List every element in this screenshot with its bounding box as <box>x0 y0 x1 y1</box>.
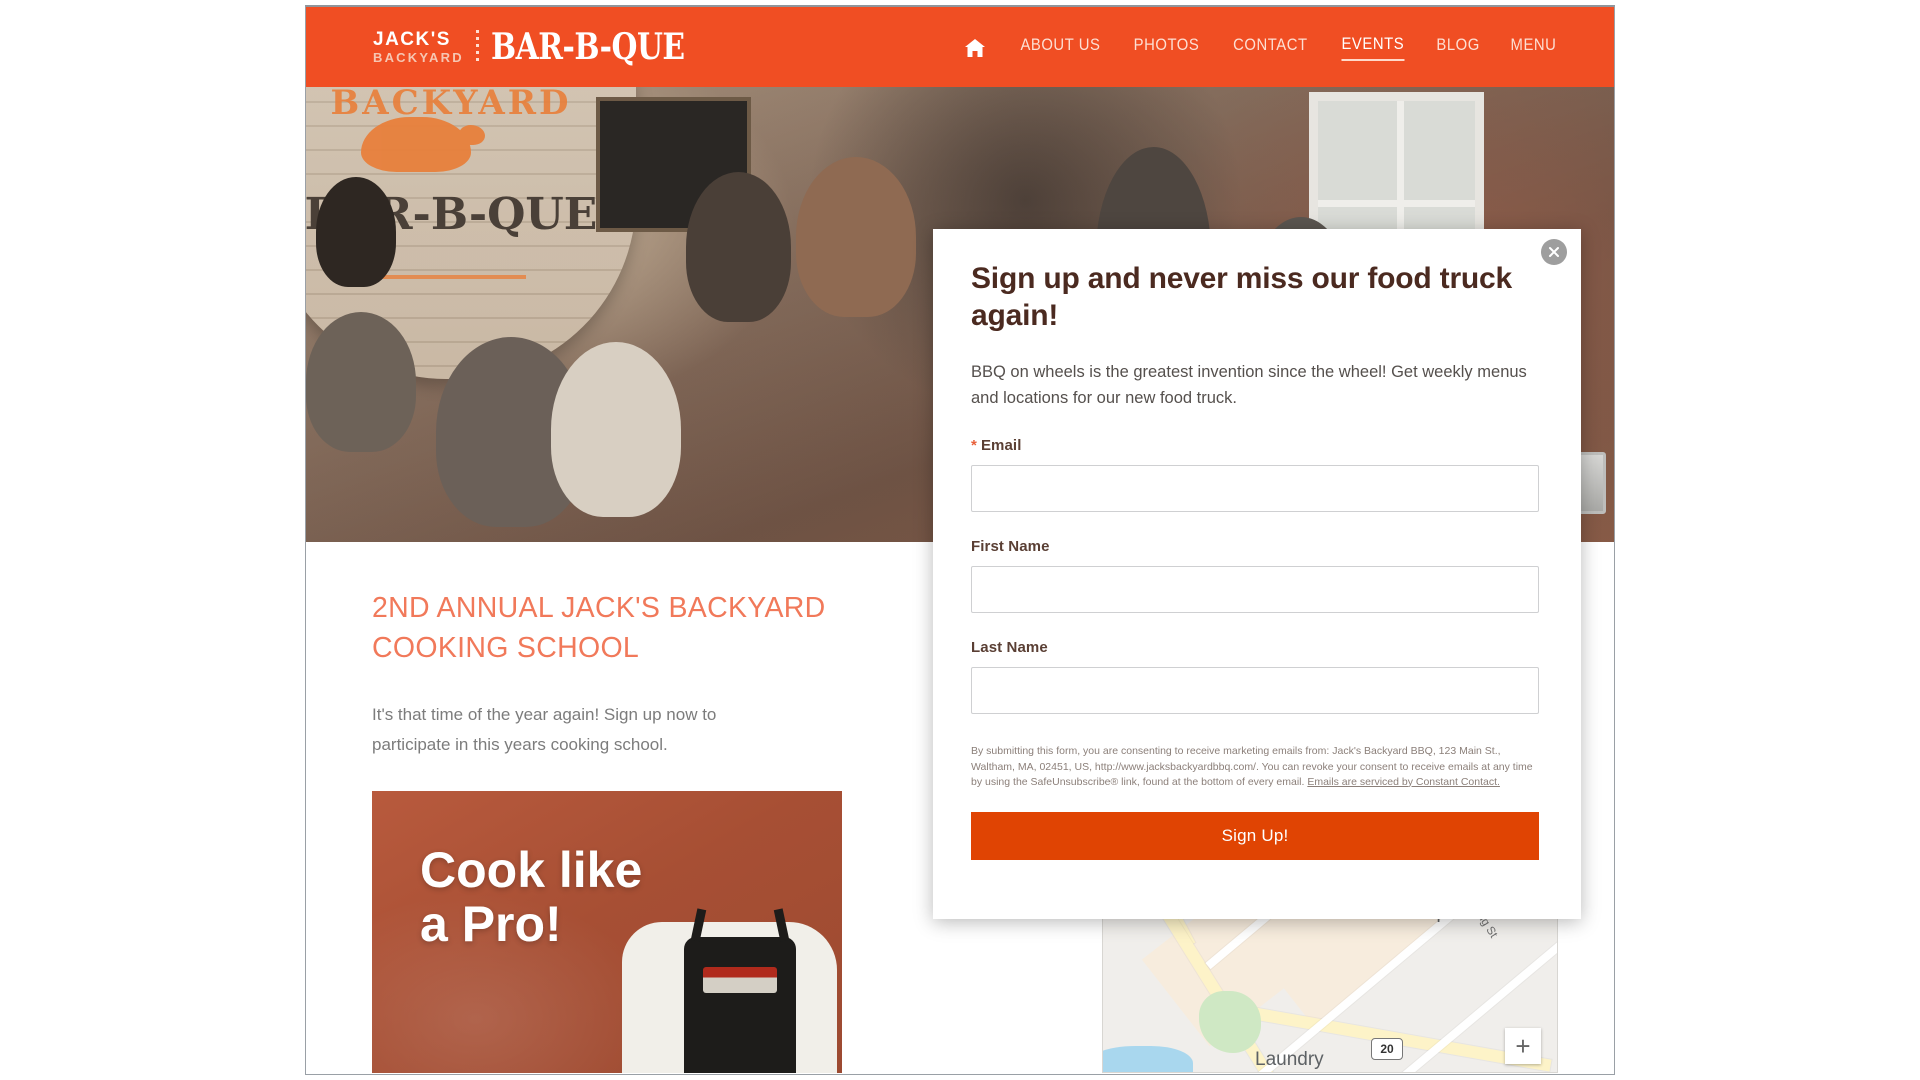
field-label-last-name: Last Name <box>971 639 1048 657</box>
signup-modal: Sign up and never miss our food truck ag… <box>933 229 1581 919</box>
nav-item-about-us[interactable]: ABOUT US <box>1020 36 1100 60</box>
hero-person <box>686 172 791 322</box>
browser-window: JACK'S BACKYARD BAR-B-QUE ABOUT US PHOTO… <box>305 5 1615 1075</box>
promo-text-line1: Cook like <box>420 842 643 898</box>
modal-title: Sign up and never miss our food truck ag… <box>971 262 1513 332</box>
hero-sign-rule <box>376 275 526 279</box>
hero-person <box>306 312 416 452</box>
modal-body: Sign up and never miss our food truck ag… <box>933 229 1581 860</box>
event-heading: 2ND ANNUAL JACK'S BACKYARD COOKING SCHOO… <box>372 592 826 665</box>
site-logo[interactable]: JACK'S BACKYARD BAR-B-QUE <box>373 25 693 69</box>
logo-divider <box>475 30 479 64</box>
consent-disclaimer: By submitting this form, you are consent… <box>971 744 1539 790</box>
field-first-name: First Name <box>971 538 1543 614</box>
field-last-name: Last Name <box>971 639 1543 715</box>
hero-person <box>551 342 681 517</box>
logo-line-backyard: BACKYARD <box>373 50 464 65</box>
constant-contact-link[interactable]: Emails are serviced by Constant Contact. <box>1307 776 1500 788</box>
event-body-text: It's that time of the year again! Sign u… <box>372 705 717 754</box>
field-email: * Email <box>971 437 1543 513</box>
hero-person <box>316 177 396 287</box>
close-icon[interactable] <box>1541 239 1567 265</box>
nav-item-events[interactable]: EVENTS <box>1341 35 1405 61</box>
nav-item-contact[interactable]: CONTACT <box>1234 36 1308 60</box>
pig-icon <box>361 117 485 172</box>
site-header: JACK'S BACKYARD BAR-B-QUE ABOUT US PHOTO… <box>306 7 1614 87</box>
map-zoom-in-button[interactable]: + <box>1505 1028 1541 1064</box>
field-label-first-name: First Name <box>971 538 1050 556</box>
field-label-email: * Email <box>971 437 1543 454</box>
logo-jacks-backyard: JACK'S BACKYARD <box>373 30 464 64</box>
page-root: JACK'S BACKYARD BAR-B-QUE ABOUT US PHOTO… <box>0 0 1920 1080</box>
first-name-input[interactable] <box>971 566 1539 614</box>
logo-line-jacks: JACK'S <box>373 29 451 50</box>
required-marker: * <box>971 437 977 455</box>
main-navigation: ABOUT US PHOTOS CONTACT EVENTS BLOG MENU <box>964 35 1559 61</box>
promo-person-apron <box>684 937 796 1073</box>
page-viewport: JACK'S BACKYARD BAR-B-QUE ABOUT US PHOTO… <box>306 7 1614 1073</box>
logo-bar-b-que: BAR-B-QUE <box>490 25 685 69</box>
route-number: 20 <box>1380 1042 1394 1056</box>
modal-subtitle: BBQ on wheels is the greatest invention … <box>971 363 1527 407</box>
promo-person <box>622 907 842 1073</box>
nav-item-menu[interactable]: MENU <box>1511 36 1557 60</box>
promo-text: Cook like a Pro! <box>420 843 642 951</box>
hero-sign-top-text: BACKYARD <box>330 87 572 123</box>
map-water <box>1103 1046 1193 1072</box>
map-secondary-place-label: Laundry <box>1255 1049 1324 1070</box>
route-shield-icon: 20 <box>1371 1038 1403 1060</box>
apron-logo <box>703 967 777 993</box>
signup-submit-button[interactable]: Sign Up! <box>971 811 1539 860</box>
promo-text-line2: a Pro! <box>420 896 562 952</box>
home-icon[interactable] <box>964 38 986 58</box>
hero-person <box>796 157 916 317</box>
promo-image-cook-like-a-pro: Cook like a Pro! <box>372 791 842 1073</box>
email-input[interactable] <box>971 465 1539 513</box>
nav-item-photos[interactable]: PHOTOS <box>1134 36 1200 60</box>
last-name-input[interactable] <box>971 667 1539 715</box>
field-label-email-text: Email <box>980 437 1022 455</box>
nav-item-blog[interactable]: BLOG <box>1436 36 1479 60</box>
